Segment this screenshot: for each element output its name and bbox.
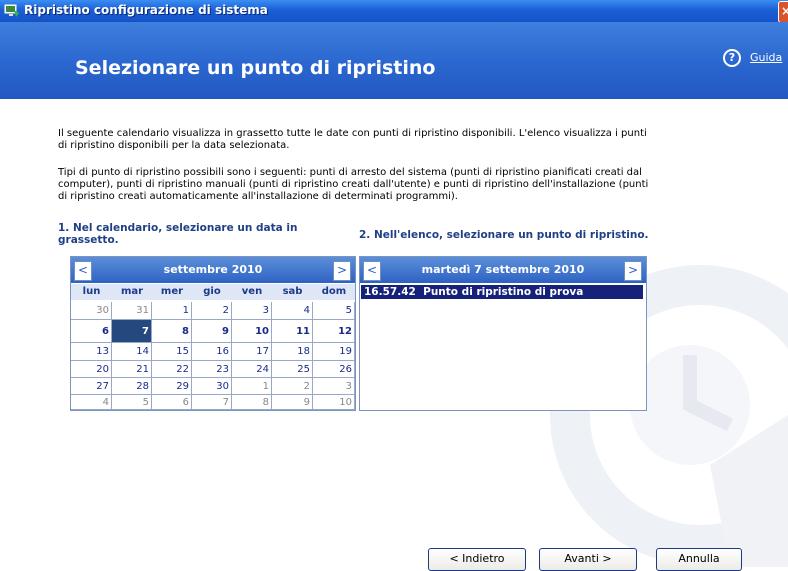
calendar-day[interactable]: 2 <box>272 378 313 395</box>
restore-point-item[interactable]: 16.57.42 Punto di ripristino di prova <box>361 285 643 299</box>
weekday-mer: mer <box>152 284 192 300</box>
title-bar: Ripristino configurazione di sistema × <box>0 0 788 23</box>
wizard-header: Selezionare un punto di ripristino ? Gui… <box>0 22 788 99</box>
calendar-day[interactable]: 9 <box>192 320 232 343</box>
calendar-day[interactable]: 4 <box>71 395 112 410</box>
list-next-button[interactable]: > <box>624 261 642 281</box>
calendar-day[interactable]: 4 <box>272 302 313 320</box>
calendar-day[interactable]: 30 <box>71 302 112 320</box>
calendar-day[interactable]: 25 <box>272 361 313 378</box>
calendar-day[interactable]: 11 <box>272 320 313 343</box>
calendar-day[interactable]: 17 <box>232 343 272 361</box>
calendar-day[interactable]: 21 <box>112 361 152 378</box>
list-date: martedì 7 settembre 2010 <box>421 263 585 276</box>
calendar-month: settembre 2010 <box>163 263 263 276</box>
calendar-day[interactable]: 6 <box>71 320 112 343</box>
weekday-dom: dom <box>313 284 355 300</box>
calendar-day[interactable]: 18 <box>272 343 313 361</box>
calendar-header: settembre 2010 < > <box>71 257 355 283</box>
cancel-button[interactable]: Annulla <box>656 548 742 571</box>
calendar-day[interactable]: 2 <box>192 302 232 320</box>
help-icon[interactable]: ? <box>723 49 741 67</box>
calendar-next-button[interactable]: > <box>333 261 351 281</box>
calendar-day[interactable]: 20 <box>71 361 112 378</box>
calendar-day[interactable]: 30 <box>192 378 232 395</box>
calendar-day[interactable]: 6 <box>152 395 192 410</box>
calendar: settembre 2010 < > lun mar mer gio ven sab dom… <box>70 256 356 411</box>
list-prev-button[interactable]: < <box>363 261 381 281</box>
calendar-day[interactable]: 22 <box>152 361 192 378</box>
calendar-day[interactable]: 9 <box>272 395 313 410</box>
calendar-day[interactable]: 27 <box>71 378 112 395</box>
calendar-day[interactable]: 26 <box>313 361 355 378</box>
calendar-day[interactable]: 5 <box>112 395 152 410</box>
calendar-day[interactable]: 5 <box>313 302 355 320</box>
restore-point-time: 16.57.42 <box>364 286 416 298</box>
calendar-day[interactable]: 24 <box>232 361 272 378</box>
step1-label: 1. Nel calendario, selezionare un data i… <box>58 222 298 246</box>
weekday-lun: lun <box>71 284 112 300</box>
restore-point-list: martedì 7 settembre 2010 < > 16.57.42 Pu… <box>359 256 647 411</box>
window-title: Ripristino configurazione di sistema <box>24 3 268 17</box>
calendar-day[interactable]: 3 <box>313 378 355 395</box>
weekday-ven: ven <box>232 284 272 300</box>
weekday-mar: mar <box>112 284 152 300</box>
next-button[interactable]: Avanti > <box>539 548 637 571</box>
step2-label: 2. Nell'elenco, selezionare un punto di … <box>359 229 649 241</box>
weekday-sab: sab <box>272 284 313 300</box>
page-title: Selezionare un punto di ripristino <box>75 57 436 79</box>
weekday-gio: gio <box>192 284 232 300</box>
calendar-day[interactable]: 12 <box>313 320 355 343</box>
intro-paragraph-1: Il seguente calendario visualizza in gra… <box>58 128 647 151</box>
close-button[interactable]: × <box>778 1 788 23</box>
calendar-day[interactable]: 8 <box>232 395 272 410</box>
calendar-day[interactable]: 14 <box>112 343 152 361</box>
intro-paragraph-2: Tipi di punto di ripristino possibili so… <box>58 167 649 202</box>
back-button[interactable]: < Indietro <box>428 548 526 571</box>
calendar-day-selected[interactable]: 7 <box>112 320 152 343</box>
calendar-day[interactable]: 16 <box>192 343 232 361</box>
calendar-day[interactable]: 31 <box>112 302 152 320</box>
calendar-day[interactable]: 1 <box>152 302 192 320</box>
calendar-day[interactable]: 8 <box>152 320 192 343</box>
help-link[interactable]: Guida <box>750 51 782 64</box>
list-header: martedì 7 settembre 2010 < > <box>360 257 646 283</box>
calendar-day[interactable]: 10 <box>313 395 355 410</box>
restore-point-description: Punto di ripristino di prova <box>423 286 584 298</box>
calendar-day[interactable]: 15 <box>152 343 192 361</box>
calendar-day[interactable]: 29 <box>152 378 192 395</box>
calendar-day[interactable]: 19 <box>313 343 355 361</box>
calendar-prev-button[interactable]: < <box>74 261 92 281</box>
calendar-day[interactable]: 28 <box>112 378 152 395</box>
calendar-day[interactable]: 1 <box>232 378 272 395</box>
system-restore-icon <box>4 4 19 17</box>
calendar-day[interactable]: 13 <box>71 343 112 361</box>
calendar-day[interactable]: 23 <box>192 361 232 378</box>
calendar-day[interactable]: 7 <box>192 395 232 410</box>
calendar-day[interactable]: 10 <box>232 320 272 343</box>
calendar-day[interactable]: 3 <box>232 302 272 320</box>
